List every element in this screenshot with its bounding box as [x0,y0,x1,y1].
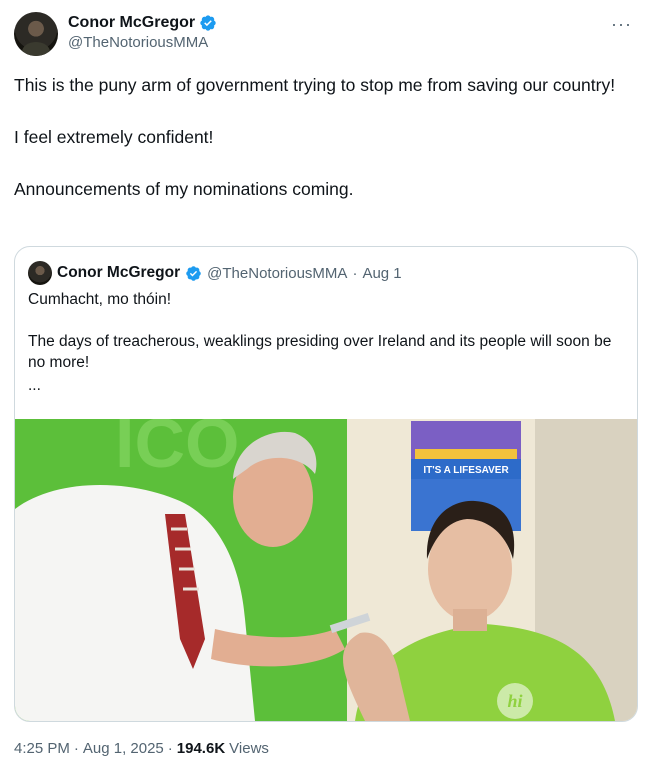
tweet-time[interactable]: 4:25 PM [14,740,70,757]
footer-separator: · [167,740,173,757]
tweet: Conor McGregor @TheNotoriousMMA ··· This… [0,0,650,776]
vaccination-photo: ICO IT'S A LIFESAVER hi [15,419,637,721]
tweet-footer: 4:25 PM · Aug 1, 2025 · 194.6K Views [14,740,269,757]
tweet-line: Announcements of my nominations coming. [14,179,354,199]
author-display-name[interactable]: Conor McGregor [68,14,195,32]
quoted-tweet[interactable]: Conor McGregor @TheNotoriousMMA · Aug 1 … [14,246,638,722]
quoted-date: Aug 1 [362,264,402,282]
quoted-handle: @TheNotoriousMMA [207,264,348,282]
quoted-ellipsis: ... [28,377,41,394]
quoted-display-name: Conor McGregor [57,264,181,281]
quoted-media-image[interactable]: ICO IT'S A LIFESAVER hi [15,419,637,721]
quoted-tweet-text: Cumhacht, mo thóin! The days of treacher… [28,289,613,396]
meta-separator: · [352,264,358,282]
quoted-line: Cumhacht, mo thóin! [28,291,172,308]
user-avatar-icon[interactable] [14,12,58,56]
poster-text: IT'S A LIFESAVER [423,465,509,476]
quoted-line: The days of treacherous, weaklings presi… [28,333,612,371]
tweet-header: Conor McGregor @TheNotoriousMMA ··· [14,12,636,60]
tweet-date[interactable]: Aug 1, 2025 [83,740,164,757]
footer-separator: · [73,740,79,757]
quoted-avatar-icon [28,261,52,285]
tweet-line: This is the puny arm of government tryin… [14,75,616,95]
author-info: Conor McGregor @TheNotoriousMMA [68,14,217,51]
more-options-icon[interactable]: ··· [611,14,632,35]
views-count: 194.6K [176,740,226,757]
tweet-line: I feel extremely confident! [14,127,214,147]
verified-badge-icon [186,265,201,281]
quoted-tweet-header: Conor McGregor @TheNotoriousMMA · Aug 1 [28,261,402,285]
shirt-logo-text: hi [507,691,522,711]
name-row: Conor McGregor [68,14,217,32]
views-label: Views [229,740,269,757]
author-handle[interactable]: @TheNotoriousMMA [68,34,217,51]
verified-badge-icon [200,15,216,31]
svg-text:ICO: ICO [115,419,239,482]
tweet-text: This is the puny arm of government tryin… [14,72,630,202]
